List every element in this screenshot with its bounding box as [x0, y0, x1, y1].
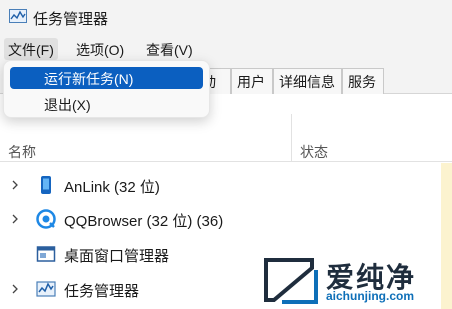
menu-file[interactable]: 文件(F): [4, 38, 58, 60]
process-name: 任务管理器: [64, 283, 140, 300]
process-name: 桌面窗口管理器: [64, 248, 170, 265]
qqbrowser-icon: [36, 209, 56, 229]
menu-bar: 文件(F) 选项(O) 查看(V): [0, 34, 452, 62]
tab-services[interactable]: 服务: [342, 68, 384, 94]
tab-details[interactable]: 详细信息: [273, 68, 342, 94]
window-title: 任务管理器: [33, 11, 109, 28]
menu-options[interactable]: 选项(O): [72, 38, 128, 60]
watermark: 爱纯净 aichunjing.com: [262, 256, 452, 309]
process-row[interactable]: AnLink (32 位): [0, 168, 440, 202]
process-name: AnLink (32 位): [64, 179, 160, 196]
task-manager-icon: [36, 281, 56, 297]
task-manager-icon: [9, 9, 27, 23]
column-divider[interactable]: [291, 114, 292, 162]
column-name-header[interactable]: 名称: [8, 142, 36, 162]
run-new-task-menu-item[interactable]: 运行新任务(N): [10, 67, 203, 89]
dwm-icon: [36, 246, 56, 262]
process-row[interactable]: QQBrowser (32 位) (36): [0, 202, 440, 236]
watermark-logo-icon: [264, 258, 318, 304]
chevron-right-icon[interactable]: [8, 282, 22, 296]
exit-menu-item[interactable]: 退出(X): [10, 93, 203, 115]
title-bar: 任务管理器: [0, 0, 452, 34]
tab-users[interactable]: 用户: [231, 68, 273, 94]
column-status-header[interactable]: 状态: [300, 142, 328, 162]
menu-view[interactable]: 查看(V): [142, 38, 197, 60]
file-menu-dropdown: 运行新任务(N) 退出(X): [3, 60, 210, 118]
chevron-right-icon[interactable]: [8, 212, 22, 226]
anlink-icon: [41, 176, 51, 194]
process-name: QQBrowser (32 位) (36): [64, 213, 224, 230]
chevron-right-icon[interactable]: [8, 178, 22, 192]
watermark-url: aichunjing.com: [326, 289, 415, 303]
